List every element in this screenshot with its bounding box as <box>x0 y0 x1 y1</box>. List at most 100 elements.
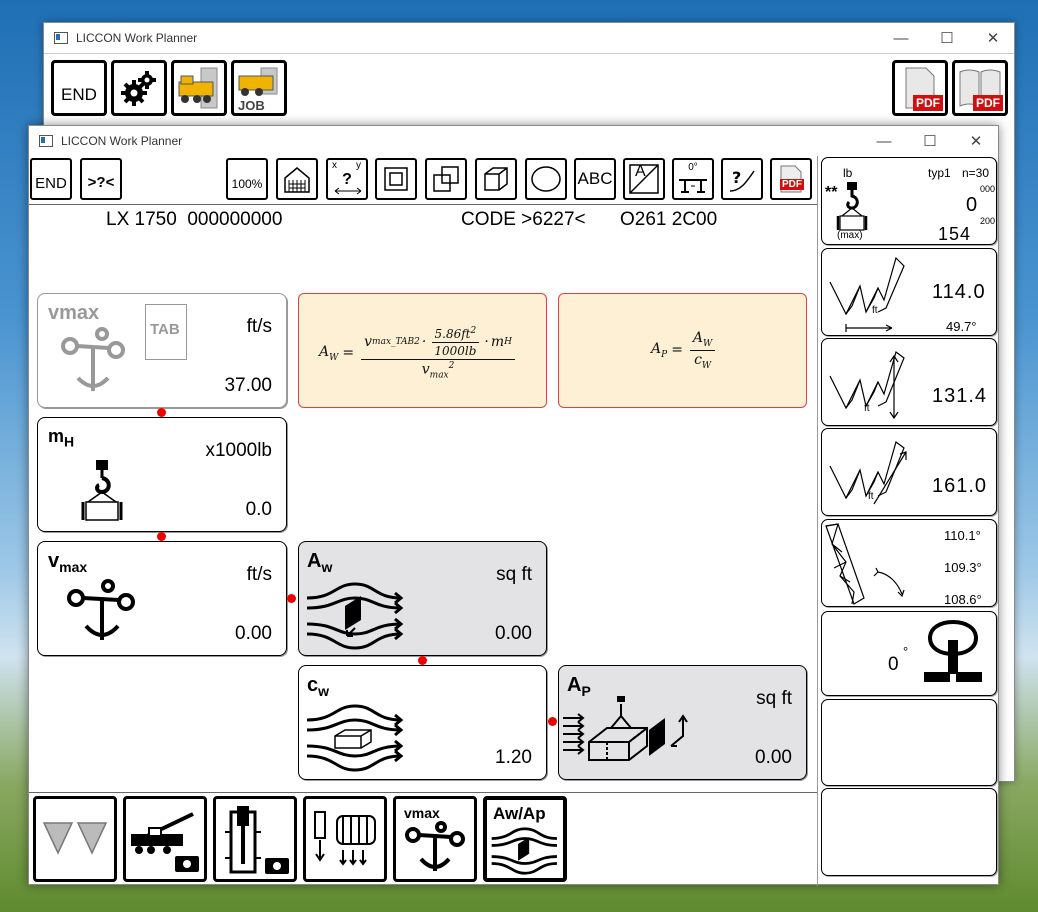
coordinates-button[interactable]: x y ? <box>326 158 368 200</box>
close-button[interactable]: ✕ <box>953 126 999 156</box>
curve-help-button[interactable]: ? <box>721 158 763 200</box>
collapse-button[interactable] <box>33 796 117 882</box>
load-v2-small: 200 <box>980 216 996 226</box>
maximize-button[interactable]: ☐ <box>924 23 970 53</box>
formula-ap-den-sub: W <box>701 360 712 371</box>
text-button[interactable]: ABC <box>574 158 616 200</box>
slewing-icon <box>924 620 982 682</box>
empty-slot-card[interactable] <box>821 788 997 876</box>
mh-card[interactable]: mH x1000lb 0.0 <box>37 417 287 532</box>
hook-load-icon <box>81 460 123 521</box>
boom-photo-button[interactable] <box>213 796 297 882</box>
back-pdf-button-2[interactable]: PDF <box>952 60 1008 116</box>
level-icon <box>679 179 707 193</box>
height-value: 131.4 <box>932 385 988 407</box>
no-text-button[interactable]: A <box>623 158 665 200</box>
angle-label: 0° <box>688 162 698 173</box>
close-button[interactable]: ✕ <box>970 23 1016 53</box>
mh-title: mH <box>48 426 74 450</box>
anemometer-gray-icon <box>61 327 125 391</box>
aw-card[interactable]: Aw sq ft 0.00 <box>298 541 547 656</box>
job-button[interactable]: JOB <box>231 60 287 116</box>
double-arrow-icon <box>334 187 362 195</box>
back-end-button[interactable]: END <box>51 60 107 116</box>
view-house-button[interactable] <box>276 158 318 200</box>
vmax-tab-value: 37.00 <box>224 375 272 396</box>
mh-title-main: m <box>48 426 65 446</box>
gears-icon <box>121 71 156 106</box>
cube-button[interactable] <box>475 158 517 200</box>
tab-document-icon: TAB <box>145 304 187 360</box>
vmax-value: 0.00 <box>235 623 272 644</box>
cw-card[interactable]: cw 1.20 <box>298 665 547 780</box>
svg-text:?: ? <box>732 168 741 187</box>
front-window-title: LICCON Work Planner <box>61 134 183 148</box>
vmax-tab-title: vmax <box>48 302 100 324</box>
vmax-button[interactable]: vmax <box>393 796 477 882</box>
level-angle-button[interactable]: 0° <box>672 158 714 200</box>
load-distribution-button[interactable] <box>303 796 387 882</box>
anemometer-icon <box>67 579 135 640</box>
aw-title-main: A <box>307 550 322 572</box>
load-status-card[interactable]: lb typ1 n=30 ** (max) 000 0 200 154 <box>821 157 997 245</box>
formula-ap-num: A <box>692 330 704 346</box>
formula-v: v <box>364 334 373 350</box>
end-button[interactable]: END <box>30 158 72 200</box>
formula-ap-lhs-sub: P <box>661 349 668 360</box>
formula-den-sub: max <box>429 370 449 381</box>
crane-job-button[interactable] <box>171 60 227 116</box>
projected-area-icon <box>563 696 688 761</box>
load-max: (max) <box>837 230 863 241</box>
maximize-button[interactable]: ☐ <box>907 126 953 156</box>
aw-ap-button[interactable]: Aw/Ap <box>483 796 567 882</box>
vmax-title-main: v <box>48 550 60 572</box>
ap-value: 0.00 <box>755 747 792 768</box>
angle-3-value: 108.6° <box>944 592 982 607</box>
formula-frac-bottom: 1000lb <box>434 344 477 358</box>
boom-angle-value: 49.7° <box>946 319 977 334</box>
load-unit: lb <box>843 166 853 180</box>
back-pdf-button-1[interactable]: PDF <box>892 60 948 116</box>
slew-unit: ° <box>903 644 909 659</box>
connector-dot <box>287 594 296 603</box>
empty-slot-card[interactable] <box>821 699 997 786</box>
aw-value: 0.00 <box>495 623 532 644</box>
formula-ap-lhs: A <box>651 340 662 357</box>
vmax-card[interactable]: vmax ft/s 0.00 <box>37 541 287 656</box>
formula-m-sub: H <box>504 337 512 347</box>
aw-title-sub: w <box>321 559 333 575</box>
ap-unit: sq ft <box>756 688 792 709</box>
connector-dot <box>157 408 166 417</box>
formula-ap-den: c <box>694 351 702 368</box>
load-value: 0 <box>966 194 979 216</box>
zoom-button[interactable]: 100% <box>226 158 268 200</box>
frame-overlap-button[interactable] <box>425 158 467 200</box>
front-titlebar: LICCON Work Planner — ☐ ✕ <box>29 126 998 156</box>
vmax-unit: ft/s <box>246 564 272 585</box>
angles-card[interactable]: 110.1° 109.3° 108.6° <box>821 519 997 607</box>
frame-single-button[interactable] <box>375 158 417 200</box>
crane-photo-button[interactable] <box>123 796 207 882</box>
vmax-title-sub: max <box>59 559 88 575</box>
zoom-label: 100% <box>231 177 263 191</box>
connector-dot <box>418 656 427 665</box>
pdf-button[interactable]: PDF <box>770 158 812 200</box>
minimize-button[interactable]: — <box>878 23 924 53</box>
height-card[interactable]: ft 131.4 <box>821 338 997 426</box>
settings-button[interactable] <box>111 60 167 116</box>
double-triangle-down-icon <box>42 822 108 855</box>
load-type: typ1 <box>928 166 951 180</box>
telescopic-boom-camera-icon <box>225 806 289 874</box>
length-card[interactable]: ft 161.0 <box>821 428 997 516</box>
minimize-button[interactable]: — <box>861 126 907 156</box>
aw-formula: AW = v max_TAB 2 · 5.86ft2 1000lb · mH vma… <box>319 326 518 380</box>
vmax-tab-card[interactable]: vmax TAB ft/s 37.00 <box>37 293 287 408</box>
slew-card[interactable]: 0 ° <box>821 611 997 696</box>
pdf-label: PDF <box>973 95 1003 111</box>
overlap-squares-icon <box>433 166 459 192</box>
ap-card[interactable]: AP sq ft 0.00 <box>558 665 807 780</box>
search-button[interactable]: >?< <box>80 158 122 200</box>
cw-title: cw <box>307 674 329 699</box>
ellipse-button[interactable] <box>525 158 567 200</box>
radius-card[interactable]: ft 114.0 49.7° <box>821 248 997 336</box>
